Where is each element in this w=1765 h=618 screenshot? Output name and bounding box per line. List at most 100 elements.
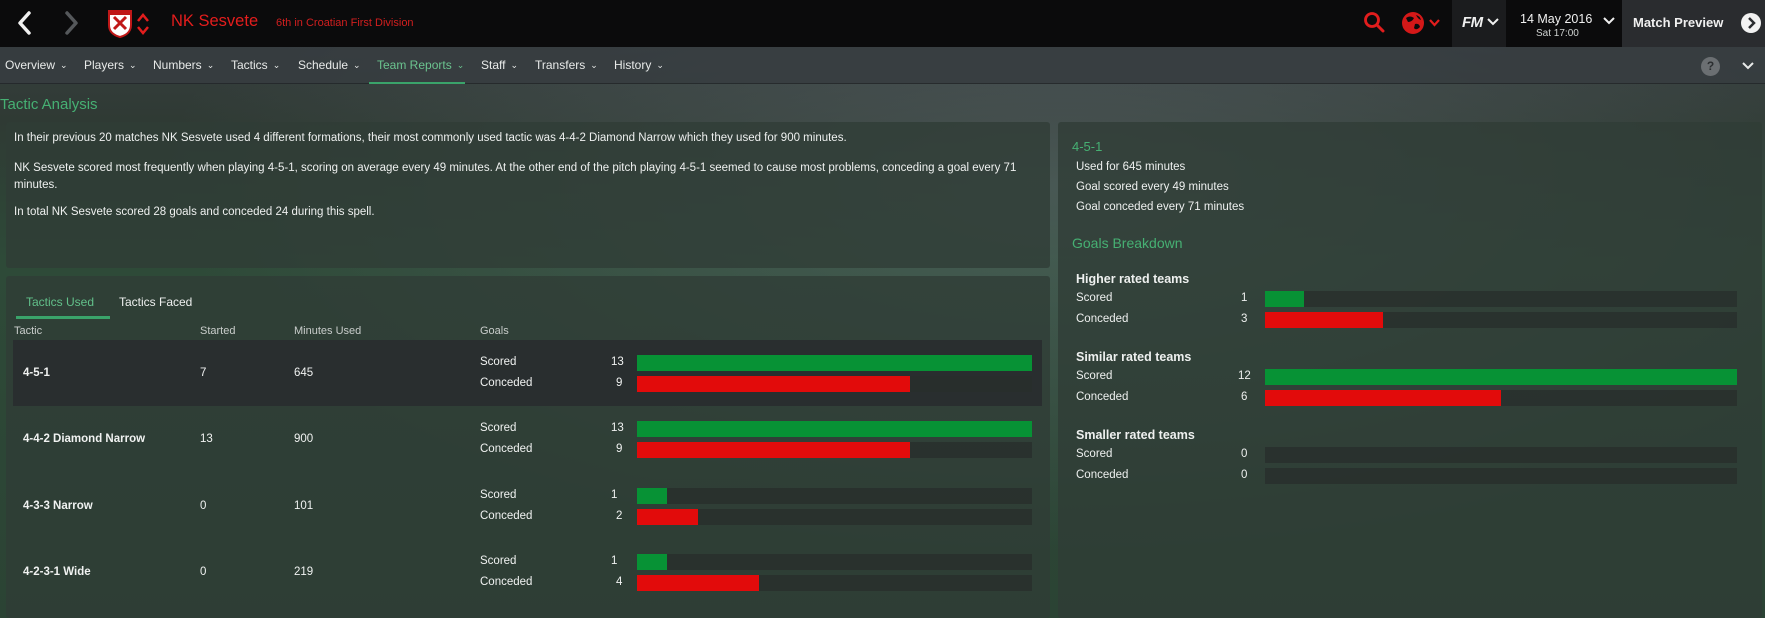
conceded-label: Conceded [1076,469,1129,481]
goals-breakdown-title: Goals Breakdown [1072,235,1183,251]
tactics-table-panel: Tactics Used Tactics Faced Tactic Starte… [6,276,1050,618]
scored-label: Scored [480,422,517,434]
conceded-label: Conceded [480,377,533,389]
fm-menu-button[interactable]: FM [1452,0,1506,47]
active-tab-indicator [16,316,110,319]
match-preview-label: Match Preview [1633,15,1724,30]
club-badge-icon[interactable] [107,9,133,39]
menu-schedule[interactable]: Schedule ⌄ [298,58,361,72]
match-preview-button[interactable]: Match Preview [1622,0,1765,47]
conceded-value: 4 [616,576,623,588]
detail-used: Used for 645 minutes [1076,161,1186,173]
fm-logo: FM [1462,14,1483,31]
tab-tactics-used[interactable]: Tactics Used [26,295,94,309]
table-row[interactable]: 4-4-2 Diamond Narrow 13 900 Scored Conceded 1… [13,406,1042,472]
tactic-detail-panel: 4-5-1 Used for 645 minutes Goal scored e… [1058,122,1762,618]
conceded-bar-track [1265,390,1737,406]
menu-players[interactable]: Players ⌄ [84,58,137,72]
conceded-value: 0 [1241,469,1248,481]
scored-label: Scored [480,555,517,567]
menu-tactics[interactable]: Tactics ⌄ [231,58,280,72]
conceded-label: Conceded [480,443,533,455]
column-header-goals[interactable]: Goals [480,325,509,337]
chevron-down-icon: ⌄ [510,60,519,70]
conceded-bar [1265,390,1501,406]
tactic-started: 7 [200,367,207,379]
menu-label: Staff [481,58,506,72]
scored-value: 1 [1241,292,1248,304]
conceded-label: Conceded [1076,391,1129,403]
back-arrow-icon[interactable] [10,8,40,38]
help-icon[interactable]: ? [1701,57,1720,76]
detail-conceded-every: Goal conceded every 71 minutes [1076,201,1245,213]
table-row[interactable]: 4-5-1 7 645 Scored Conceded 13 9 [13,340,1042,406]
club-name[interactable]: NK Sesvete [171,12,258,31]
conceded-bar [1265,312,1383,328]
menu-transfers[interactable]: Transfers ⌄ [535,58,598,72]
scored-label: Scored [480,356,517,368]
tactic-name: 4-5-1 [23,367,50,379]
table-row[interactable]: 4-2-3-1 Wide 0 219 Scored Conceded 1 4 [13,539,1042,605]
conceded-value: 9 [616,443,623,455]
conceded-bar-track [1265,312,1737,328]
date-display[interactable]: 14 May 2016 Sat 17:00 [1508,0,1622,47]
scored-bar [637,421,1032,437]
menu-label: Tactics [231,58,268,72]
conceded-value: 6 [1241,391,1248,403]
search-icon[interactable] [1363,11,1385,33]
menu-team-reports[interactable]: Team Reports ⌄ [377,58,464,72]
detail-scored-every: Goal scored every 49 minutes [1076,181,1229,193]
scored-value: 13 [611,356,624,368]
menu-label: Overview [5,58,56,72]
summary-text: In their previous 20 matches NK Sesvete … [14,132,847,144]
scored-bar [637,488,668,504]
globe-menu-button[interactable] [1400,10,1444,36]
page-title: Tactic Analysis [0,96,98,113]
column-header-started[interactable]: Started [200,325,235,337]
scored-value: 13 [611,422,624,434]
detail-tactic-title: 4-5-1 [1072,139,1103,154]
conceded-bar [637,575,759,591]
table-row[interactable]: 4-3-3 Narrow 0 101 Scored Conceded 1 2 [13,473,1042,539]
club-switch-icon[interactable] [136,12,150,36]
conceded-bar [637,376,911,392]
club-league-position: 6th in Croatian First Division [276,17,414,29]
tactic-minutes: 900 [294,433,314,445]
scored-value: 12 [1238,370,1251,382]
menu-numbers[interactable]: Numbers ⌄ [153,58,214,72]
menu-overview[interactable]: Overview ⌄ [5,58,68,72]
conceded-label: Conceded [1076,313,1129,325]
breakdown-group-title: Higher rated teams [1076,272,1190,286]
scored-value: 0 [1241,448,1248,460]
forward-arrow-icon[interactable] [56,8,86,38]
conceded-value: 2 [616,510,623,522]
menu-history[interactable]: History ⌄ [614,58,664,72]
top-bar: NK Sesvete 6th in Croatian First Divisio… [0,0,1765,47]
conceded-bar-track [1265,468,1737,484]
menu-label: Numbers [153,58,202,72]
column-header-tactic[interactable]: Tactic [14,325,42,337]
tab-tactics-faced[interactable]: Tactics Faced [119,295,192,309]
scored-bar-track [1265,291,1737,307]
chevron-down-icon: ⌄ [656,60,664,70]
summary-panel: In their previous 20 matches NK Sesvete … [6,122,1050,268]
conceded-bar-track [637,575,1032,591]
scored-bar [1265,291,1305,307]
conceded-label: Conceded [480,576,533,588]
menu-staff[interactable]: Staff ⌄ [481,58,518,72]
scored-label: Scored [1076,292,1113,304]
scored-bar-track [637,421,1032,437]
tactic-started: 0 [200,566,207,578]
tactic-started: 0 [200,500,207,512]
chevron-down-icon[interactable] [1740,58,1756,74]
scored-label: Scored [480,489,517,501]
active-menu-indicator [369,82,465,84]
tactic-minutes: 645 [294,367,314,379]
scored-label: Scored [1076,448,1113,460]
scored-value: 1 [611,489,618,501]
current-date: 14 May 2016 [1520,12,1593,26]
conceded-bar-track [637,376,1032,392]
breakdown-group-title: Similar rated teams [1076,350,1192,364]
scored-bar-track [637,355,1032,371]
column-header-minutes[interactable]: Minutes Used [294,325,361,337]
